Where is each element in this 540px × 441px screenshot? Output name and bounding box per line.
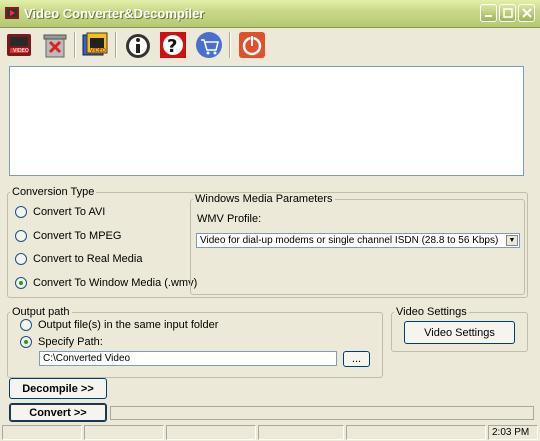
radio-same-input-folder[interactable]: Output file(s) in the same input folder <box>20 319 218 331</box>
radio-button-selected[interactable] <box>15 277 27 289</box>
wmv-profile-select[interactable]: Video for dial-up modems or single chann… <box>196 233 520 248</box>
convert-button[interactable]: Convert >> <box>9 403 107 422</box>
video-settings-legend: Video Settings <box>396 306 467 318</box>
status-cell <box>258 425 344 440</box>
minimize-button[interactable] <box>480 4 497 22</box>
trash-bin-icon <box>43 34 67 58</box>
help-button[interactable]: ? <box>158 30 188 60</box>
toolbar-separator <box>115 32 117 58</box>
output-path-input[interactable]: C:\Converted Video <box>39 351 337 366</box>
radio-label: Convert to Real Media <box>33 253 143 265</box>
convert-label: Convert >> <box>29 406 87 419</box>
info-icon <box>126 34 150 58</box>
shopping-cart-icon <box>196 32 222 58</box>
radio-button[interactable] <box>15 253 27 265</box>
close-icon <box>522 8 532 18</box>
svg-text:VIDEO: VIDEO <box>13 48 29 54</box>
wmv-profile-label: WMV Profile: <box>197 213 262 225</box>
app-icon <box>5 7 19 19</box>
maximize-icon <box>503 8 513 18</box>
radio-button-selected[interactable] <box>20 336 32 348</box>
open-video-button[interactable]: VIDEO <box>5 30 35 60</box>
radio-label: Convert To AVI <box>33 206 106 218</box>
toolbar: VIDEO VIDEO ? <box>0 28 540 62</box>
maximize-button[interactable] <box>499 4 516 22</box>
exit-button[interactable] <box>237 30 267 60</box>
video-settings-button-label: Video Settings <box>424 326 495 339</box>
status-cell <box>2 425 82 440</box>
status-cell <box>166 425 256 440</box>
status-time: 2:03 PM <box>488 425 538 440</box>
radio-convert-avi[interactable]: Convert To AVI <box>15 206 105 218</box>
toolbar-separator <box>229 32 231 58</box>
svg-text:?: ? <box>167 36 177 57</box>
radio-label: Output file(s) in the same input folder <box>38 319 219 331</box>
output-path-legend: Output path <box>12 306 70 318</box>
buy-button[interactable] <box>194 30 224 60</box>
radio-convert-real-media[interactable]: Convert to Real Media <box>15 253 142 265</box>
conversion-progress-bar <box>110 406 534 420</box>
film-stack-icon: VIDEO <box>82 32 108 56</box>
wmv-profile-value: Video for dial-up modems or single chann… <box>200 235 499 246</box>
minimize-icon <box>485 15 492 17</box>
wm-params-legend: Windows Media Parameters <box>195 193 333 205</box>
file-list-area[interactable] <box>9 66 524 176</box>
radio-label: Convert To MPEG <box>33 230 122 242</box>
status-bar: 2:03 PM <box>0 423 540 441</box>
radio-button[interactable] <box>15 230 27 242</box>
radio-convert-wmv[interactable]: Convert To Window Media (.wmv) <box>15 277 197 289</box>
radio-label: Specify Path: <box>38 336 103 348</box>
info-button[interactable] <box>123 30 153 60</box>
delete-button[interactable] <box>40 30 70 60</box>
output-path-value: C:\Converted Video <box>43 353 131 364</box>
radio-convert-mpeg[interactable]: Convert To MPEG <box>15 230 121 242</box>
chevron-down-icon[interactable]: ▼ <box>506 235 518 246</box>
radio-button[interactable] <box>15 206 27 218</box>
status-cell <box>84 425 164 440</box>
close-button[interactable] <box>518 4 535 22</box>
power-icon <box>239 32 265 58</box>
radio-button[interactable] <box>20 319 32 331</box>
decompile-button[interactable]: Decompile >> <box>9 378 107 399</box>
add-files-button[interactable]: VIDEO <box>80 30 110 60</box>
toolbar-separator <box>74 32 76 58</box>
video-settings-button[interactable]: Video Settings <box>404 321 515 344</box>
decompile-label: Decompile >> <box>22 382 94 395</box>
radio-specify-path[interactable]: Specify Path: <box>20 336 103 348</box>
svg-text:VIDEO: VIDEO <box>90 48 106 54</box>
browse-button[interactable]: ... <box>343 351 370 367</box>
help-question-icon: ? <box>160 32 186 58</box>
title-bar[interactable]: Video Converter&Decompiler <box>0 0 540 28</box>
status-cell <box>346 425 486 440</box>
film-video-icon: VIDEO <box>7 34 31 56</box>
conversion-type-legend: Conversion Type <box>12 186 95 198</box>
window-title: Video Converter&Decompiler <box>24 6 205 21</box>
radio-label: Convert To Window Media (.wmv) <box>33 277 198 289</box>
browse-label: ... <box>351 353 362 365</box>
